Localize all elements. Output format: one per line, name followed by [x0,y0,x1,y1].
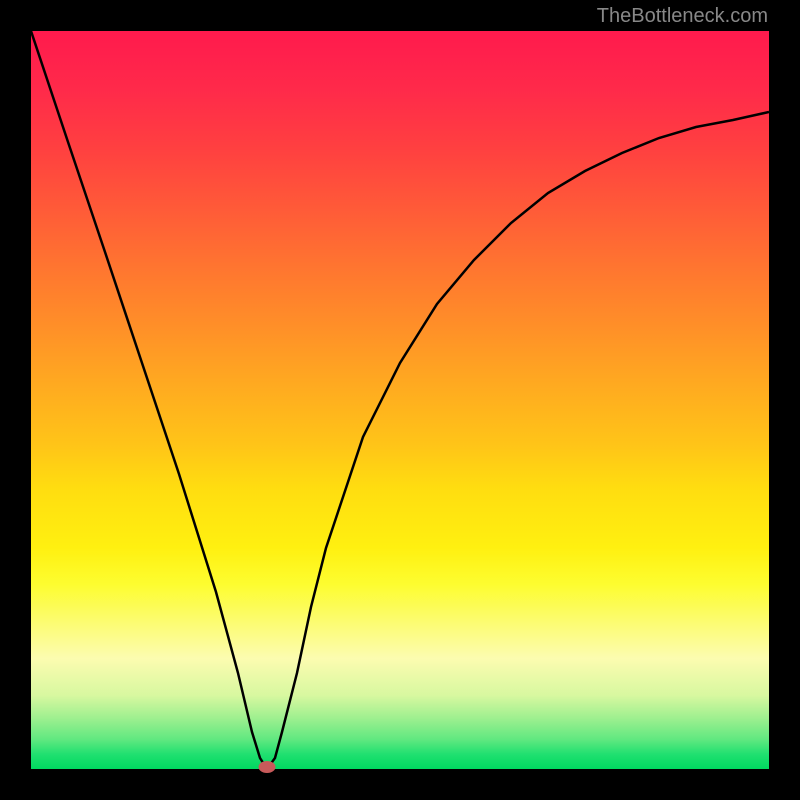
watermark-text: TheBottleneck.com [597,5,768,28]
chart-curve-svg [31,31,769,769]
bottleneck-curve [31,31,769,769]
optimal-point-marker [259,761,276,773]
